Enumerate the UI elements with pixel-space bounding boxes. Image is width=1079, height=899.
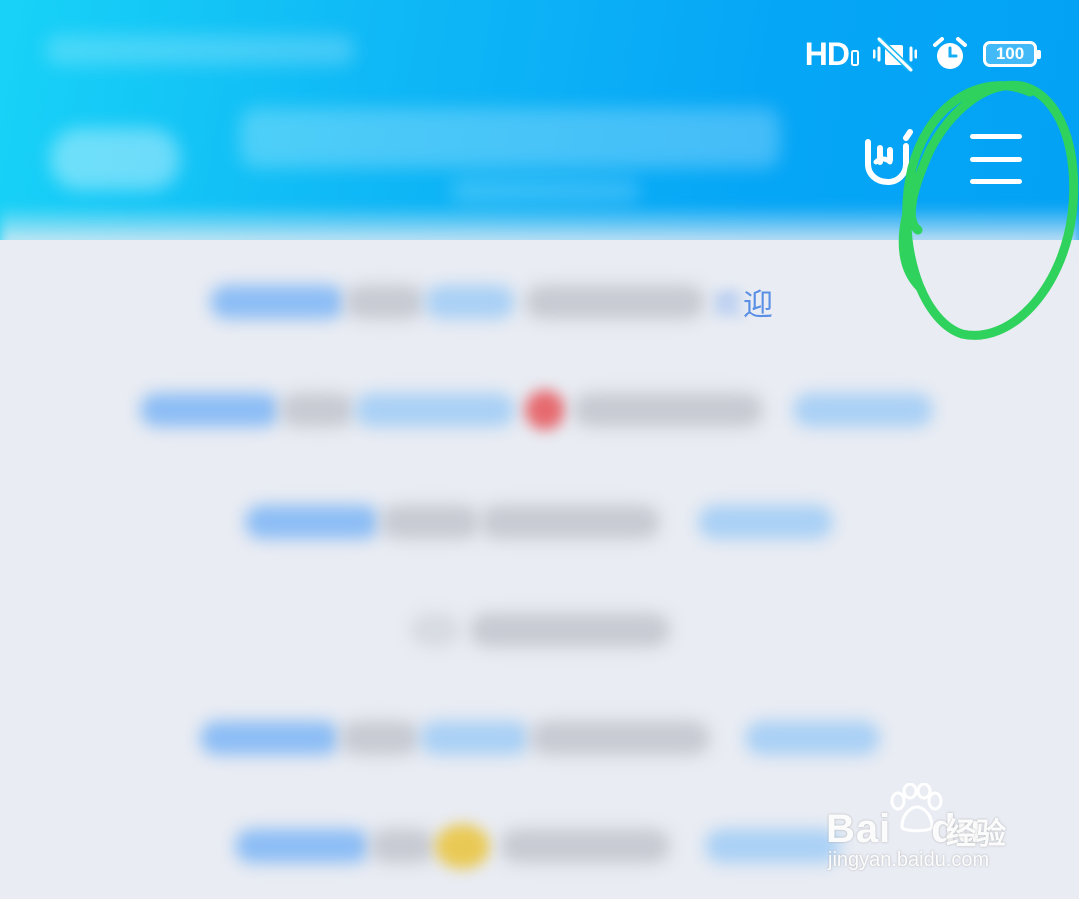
- list-item[interactable]: 欢迎: [210, 272, 773, 332]
- battery-level: 100: [995, 44, 1025, 63]
- list-item[interactable]: [235, 816, 840, 876]
- status-bar: HD 100: [804, 30, 1041, 78]
- alarm-clock-icon: [933, 37, 967, 69]
- blurred-header-subtitle: [450, 178, 640, 204]
- battery-icon: 100: [983, 41, 1041, 67]
- rock-hand-icon[interactable]: [858, 128, 918, 188]
- blurred-status-text: [45, 35, 355, 65]
- baidu-jingyan-watermark: Bai du 经验 jingyan.baidu.com: [826, 783, 1026, 878]
- hd-signal-icon: [851, 50, 859, 66]
- menu-icon-line: [970, 134, 1022, 139]
- menu-icon-line: [970, 156, 1022, 162]
- blurred-header-title: [240, 108, 780, 168]
- menu-icon-line: [970, 179, 1022, 184]
- vibrate-mute-icon: [873, 36, 917, 73]
- list-item[interactable]: [245, 492, 833, 552]
- list-item[interactable]: [410, 600, 670, 660]
- list-item[interactable]: [200, 708, 880, 768]
- blurred-back-button[interactable]: [50, 128, 180, 190]
- hd-signal-indicator: HD: [804, 35, 850, 72]
- list-item[interactable]: [140, 380, 933, 440]
- watermark-cn: 经验: [946, 817, 1006, 852]
- watermark-url: jingyan.baidu.com: [828, 849, 990, 871]
- list-item-link[interactable]: 欢迎: [713, 280, 773, 324]
- menu-button[interactable]: [962, 128, 1030, 190]
- app-header: HD 100: [0, 0, 1079, 240]
